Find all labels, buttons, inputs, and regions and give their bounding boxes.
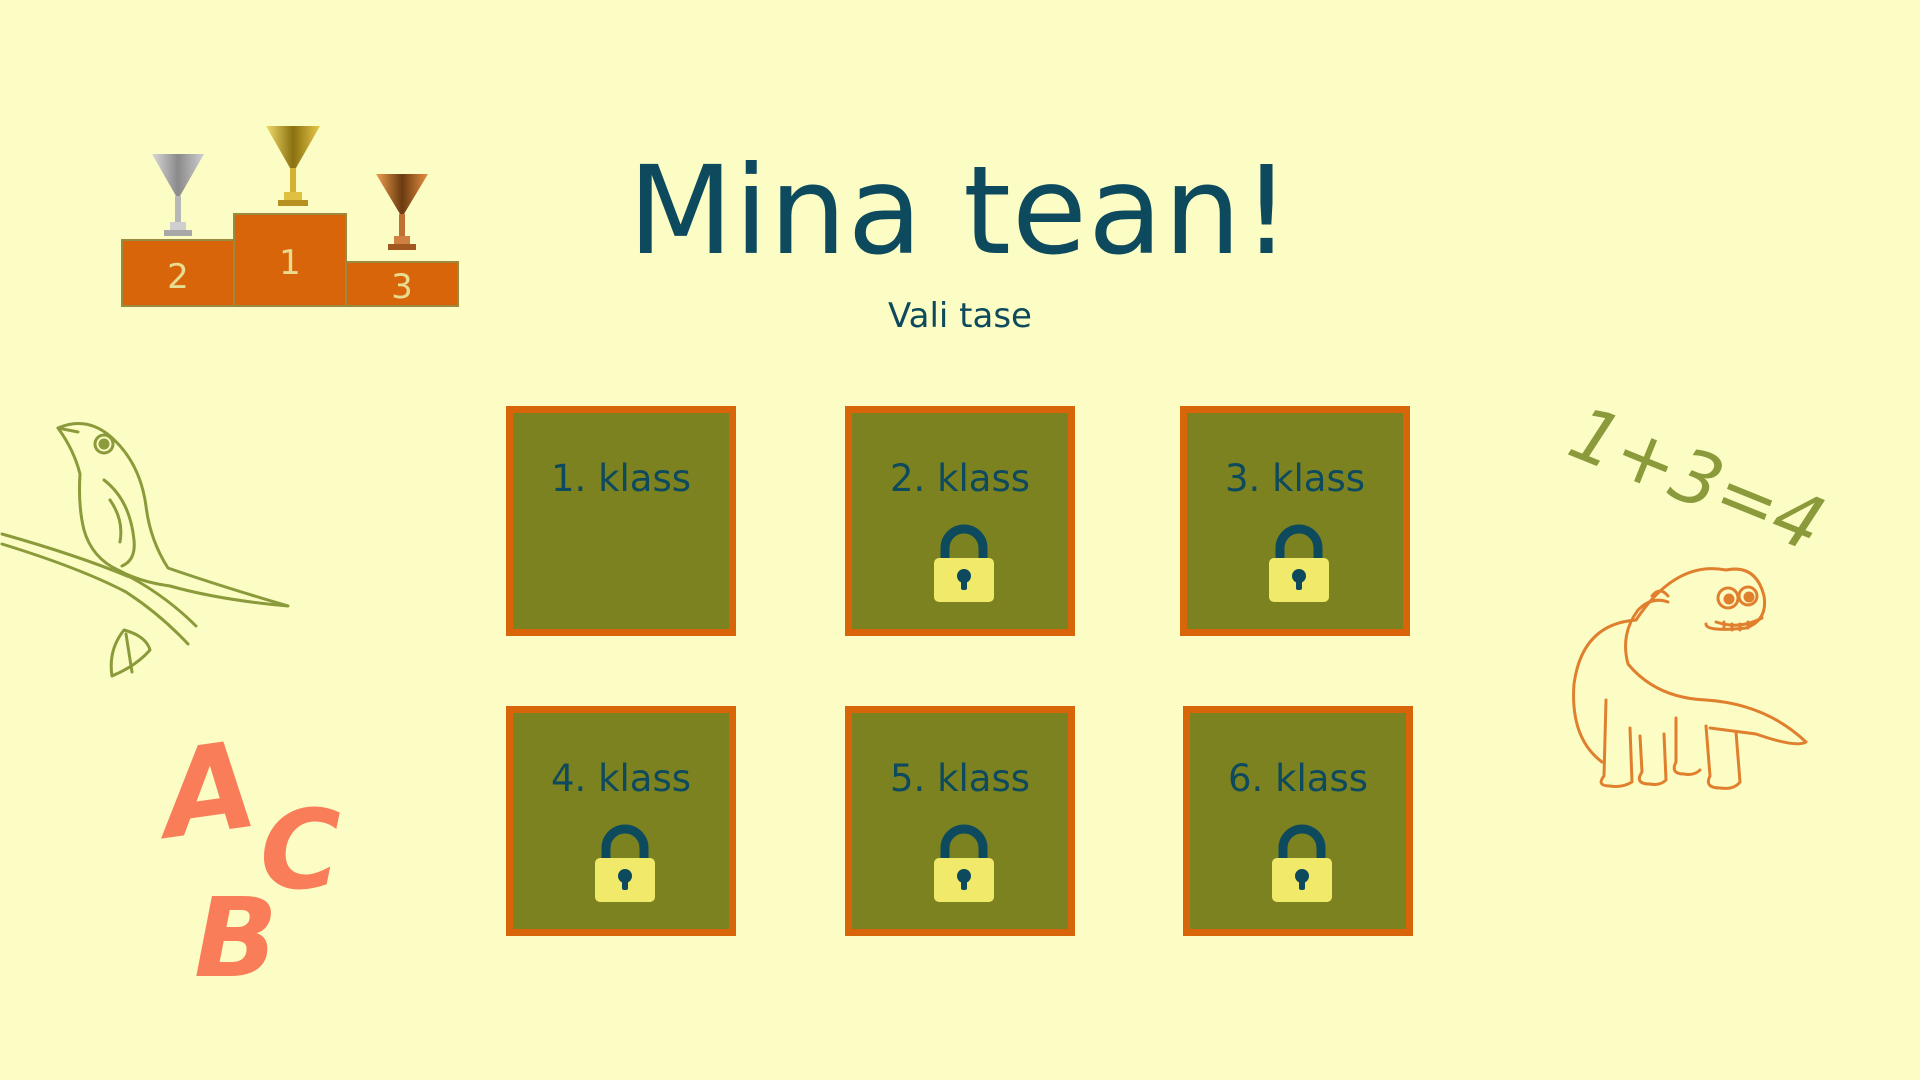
level-label: 3. klass (1225, 457, 1365, 500)
level-tile-4[interactable]: 4. klass (506, 706, 736, 936)
bronze-trophy-icon (376, 174, 428, 250)
dinosaur-illustration (1572, 567, 1808, 790)
level-tile-6[interactable]: 6. klass (1183, 706, 1413, 936)
level-tile-3[interactable]: 3. klass (1180, 406, 1410, 636)
abc-letter-a: A (160, 720, 265, 867)
level-label: 4. klass (551, 757, 691, 800)
abc-letters-illustration: A C B (160, 720, 341, 1000)
podium-trophies-illustration: 2 1 3 (121, 126, 459, 307)
silver-trophy-icon (152, 154, 204, 236)
level-tile-5[interactable]: 5. klass (845, 706, 1075, 936)
lock-icon (595, 824, 655, 902)
lock-icon (934, 524, 994, 602)
podium-label-2: 2 (167, 257, 189, 297)
math-equation-doodle: 1+3=4 (1557, 390, 1836, 570)
lock-icon (1269, 524, 1329, 602)
level-label: 6. klass (1228, 757, 1368, 800)
level-label: 5. klass (890, 757, 1030, 800)
lock-icon (1272, 824, 1332, 902)
podium-label-1: 1 (279, 243, 301, 283)
level-tile-2[interactable]: 2. klass (845, 406, 1075, 636)
abc-letter-b: B (194, 874, 278, 1000)
lock-icon (934, 824, 994, 902)
level-tile-1[interactable]: 1. klass (506, 406, 736, 636)
level-label: 2. klass (890, 457, 1030, 500)
gold-trophy-icon (266, 126, 320, 206)
podium-label-3: 3 (391, 267, 413, 307)
level-label: 1. klass (551, 457, 691, 500)
bird-on-branch-illustration (0, 422, 290, 678)
